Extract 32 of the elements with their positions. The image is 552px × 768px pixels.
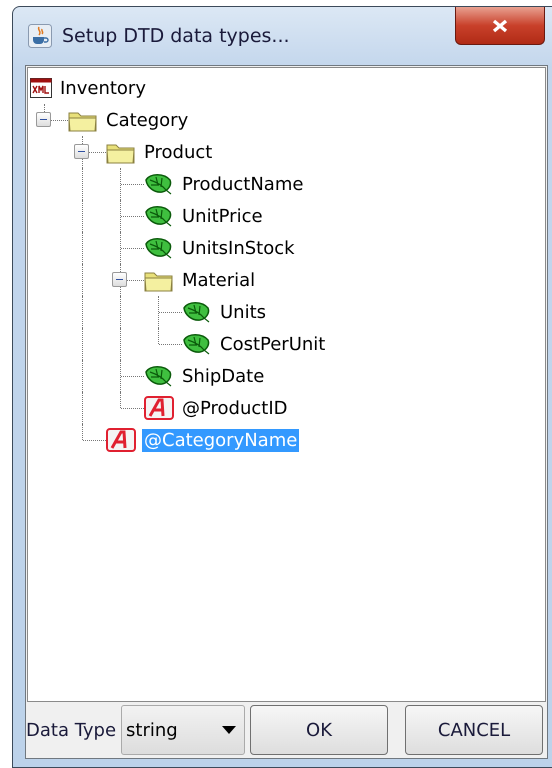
xml-file-icon	[30, 78, 52, 98]
tree-item[interactable]: Units	[218, 300, 268, 324]
tree-item[interactable]: UnitsInStock	[180, 236, 297, 260]
tree-item[interactable]: Inventory	[58, 76, 148, 100]
leaf-icon	[144, 236, 174, 260]
tree-item[interactable]: Material	[180, 268, 258, 292]
tree-item[interactable]: ProductName	[180, 172, 306, 196]
caret-icon	[222, 726, 236, 734]
tree-item[interactable]: CostPerUnit	[218, 332, 328, 356]
cancel-button[interactable]: CANCEL	[405, 705, 544, 755]
coffee-cup-icon	[28, 24, 52, 48]
collapse-toggle[interactable]	[36, 112, 51, 127]
leaf-icon	[144, 172, 174, 196]
collapse-toggle[interactable]	[74, 144, 89, 159]
attribute-icon	[144, 396, 174, 420]
tree-item[interactable]: Category	[104, 108, 190, 132]
leaf-icon	[182, 300, 212, 324]
leaf-icon	[144, 364, 174, 388]
leaf-icon	[182, 332, 212, 356]
tree-item[interactable]: Product	[142, 140, 214, 164]
close-button[interactable]	[455, 7, 545, 45]
leaf-icon	[144, 204, 174, 228]
tree-item[interactable]: UnitPrice	[180, 204, 265, 228]
tree-item[interactable]: ShipDate	[180, 364, 266, 388]
data-type-dropdown[interactable]: string	[121, 705, 246, 755]
window-title: Setup DTD data types...	[62, 25, 290, 47]
ok-button[interactable]: OK	[250, 705, 388, 755]
tree-item[interactable]: @ProductID	[180, 396, 290, 420]
data-type-label: Data Type	[26, 720, 116, 740]
close-icon	[491, 18, 509, 32]
attribute-icon	[106, 428, 136, 452]
collapse-toggle[interactable]	[112, 272, 127, 287]
